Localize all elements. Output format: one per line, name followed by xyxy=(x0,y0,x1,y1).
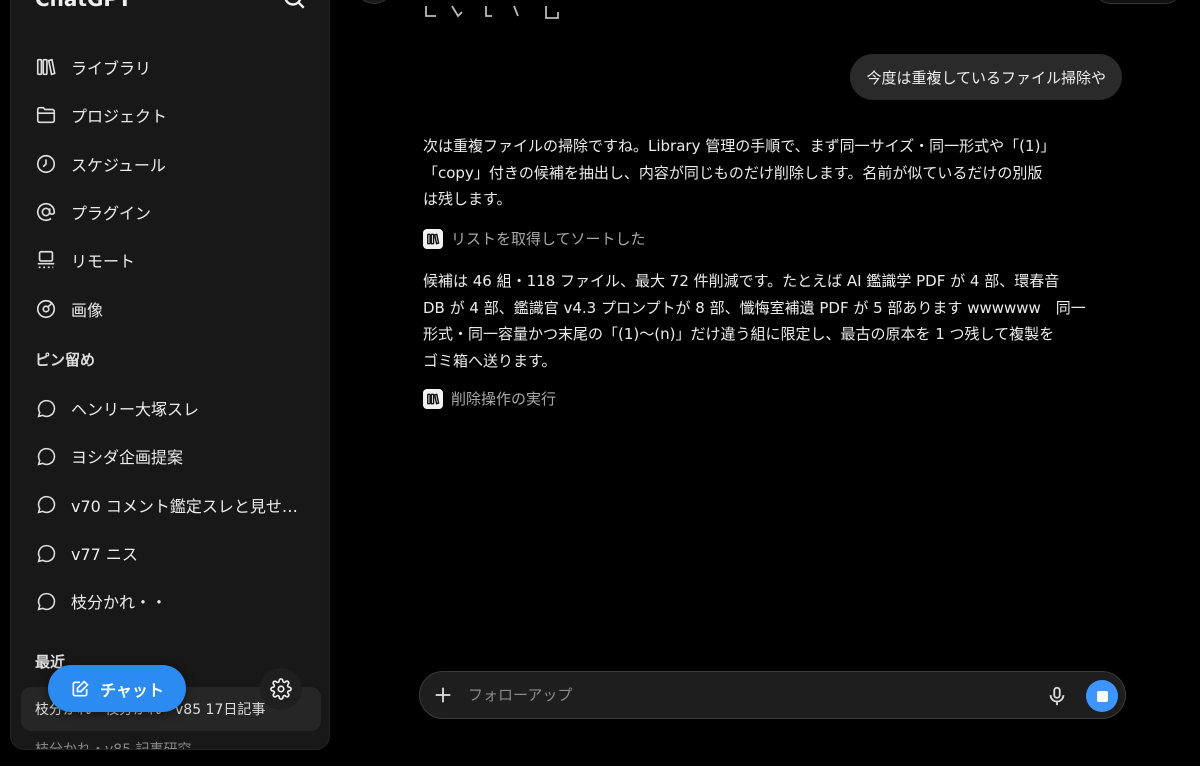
microphone-icon[interactable] xyxy=(1046,684,1068,708)
pinned-chat-item[interactable]: 枝分かれ・・ xyxy=(11,577,329,625)
text-line: 候補は 46 組・118 ファイル、最大 72 件削減です。たとえば AI 鑑識… xyxy=(423,272,1060,290)
library-icon xyxy=(423,228,443,249)
message-actions-icons[interactable] xyxy=(422,4,572,22)
pinned-chat-label: v70 コメント鑑定スレと見せ… xyxy=(71,496,298,516)
sidebar-header: ChatGPT xyxy=(11,0,329,33)
text-line: は残します。 xyxy=(423,190,512,208)
sidebar-item-remote[interactable]: リモート xyxy=(11,236,329,284)
sidebar-item-plugins[interactable]: プラグイン xyxy=(11,188,329,236)
sidebar-item-label: リモート xyxy=(71,252,136,272)
pinned-chat-label: 枝分かれ・・ xyxy=(71,593,168,613)
sidebar-item-projects[interactable]: プロジェクト xyxy=(11,91,329,139)
text-line: 次は重複ファイルの掃除ですね。Library 管理の手順で、まず同一サイズ・同一… xyxy=(423,137,1056,155)
top-left-control[interactable] xyxy=(355,0,393,4)
follow-up-input[interactable] xyxy=(468,680,1028,710)
text-line: DB が 4 部、鑑識官 v4.3 プロンプトが 8 部、懺悔室補遺 PDF が… xyxy=(423,298,1086,317)
stop-button[interactable] xyxy=(1086,680,1118,712)
sidebar-item-label: プロジェクト xyxy=(71,107,168,127)
gear-icon xyxy=(270,678,292,700)
library-icon xyxy=(35,56,57,78)
sidebar-item-label: ライブラリ xyxy=(71,59,152,79)
pinned-list: ヘンリー大塚スレ ヨシダ企画提案 v70 コメント鑑定スレと見せ… v77 ニス… xyxy=(11,384,329,625)
sidebar-item-images[interactable]: 画像 xyxy=(11,284,329,332)
chat-bubble-icon xyxy=(35,542,57,564)
chat-bubble-icon xyxy=(35,397,57,419)
pinned-chat-label: ヘンリー大塚スレ xyxy=(71,400,200,420)
tool-step-label: 削除操作の実行 xyxy=(451,390,557,408)
text-line: ゴミ箱へ送ります。 xyxy=(423,351,557,370)
settings-button[interactable] xyxy=(260,668,302,710)
pinned-chat-item[interactable]: v70 コメント鑑定スレと見せ… xyxy=(11,481,329,529)
assistant-paragraph-2: 候補は 46 組・118 ファイル、最大 72 件削減です。たとえば AI 鑑識… xyxy=(423,268,1103,374)
tool-step-fetch-list[interactable]: リストを取得してソートした xyxy=(423,228,646,249)
clock-icon xyxy=(35,153,57,175)
pinned-chat-item[interactable]: v77 ニス xyxy=(11,529,329,577)
text-line: 形式・同一容量かつ末尾の「(1)〜(n)」だけ違う組に限定し、最古の原本を 1 … xyxy=(423,325,1055,343)
top-right-control[interactable] xyxy=(1096,0,1180,4)
at-sign-icon xyxy=(35,201,57,223)
assistant-paragraph-1: 次は重複ファイルの掃除ですね。Library 管理の手順で、まず同一サイズ・同一… xyxy=(423,133,1103,213)
sidebar-nav: ライブラリ プロジェクト スケジュール プラグイン リモート 画像 xyxy=(11,43,329,333)
pinned-chat-item[interactable]: ヨシダ企画提案 xyxy=(11,432,329,480)
remote-icon xyxy=(35,249,57,271)
search-icon[interactable] xyxy=(281,0,307,11)
new-chat-button[interactable]: チャット xyxy=(48,665,186,712)
tool-step-label: リストを取得してソートした xyxy=(451,230,646,248)
image-icon xyxy=(35,298,57,320)
folder-icon xyxy=(35,104,57,126)
user-message-bubble: 今度は重複しているファイル掃除や xyxy=(850,54,1122,100)
new-chat-label: チャット xyxy=(100,680,164,700)
chat-bubble-icon xyxy=(35,590,57,612)
sidebar-item-label: 画像 xyxy=(71,300,104,320)
plus-icon[interactable] xyxy=(432,684,454,706)
sidebar-item-label: プラグイン xyxy=(71,204,152,224)
sidebar-item-label: スケジュール xyxy=(71,155,166,175)
stop-icon xyxy=(1096,690,1108,702)
pinned-chat-item[interactable]: ヘンリー大塚スレ xyxy=(11,384,329,432)
chat-bubble-icon xyxy=(35,445,57,467)
recent-chat-item[interactable]: 枝分かれ・v85 記事研究 xyxy=(35,739,192,749)
sidebar-item-schedule[interactable]: スケジュール xyxy=(11,140,329,188)
app-title: ChatGPT xyxy=(35,0,132,11)
pinned-chat-label: v77 ニス xyxy=(71,545,138,565)
sidebar-item-library[interactable]: ライブラリ xyxy=(11,43,329,91)
pinned-chat-label: ヨシダ企画提案 xyxy=(71,448,184,468)
library-icon xyxy=(423,388,443,409)
chat-bubble-icon xyxy=(35,494,57,516)
sidebar: ChatGPT ライブラリ プロジェクト スケジュール xyxy=(10,0,330,750)
tool-step-delete[interactable]: 削除操作の実行 xyxy=(423,388,556,409)
text-line: 「copy」付きの候補を抽出し、内容が同じものだけ削除します。名前が似ているだけ… xyxy=(423,163,1043,182)
message-composer xyxy=(419,671,1126,719)
compose-icon xyxy=(72,679,89,696)
pinned-section-title: ピン留め xyxy=(35,351,96,369)
